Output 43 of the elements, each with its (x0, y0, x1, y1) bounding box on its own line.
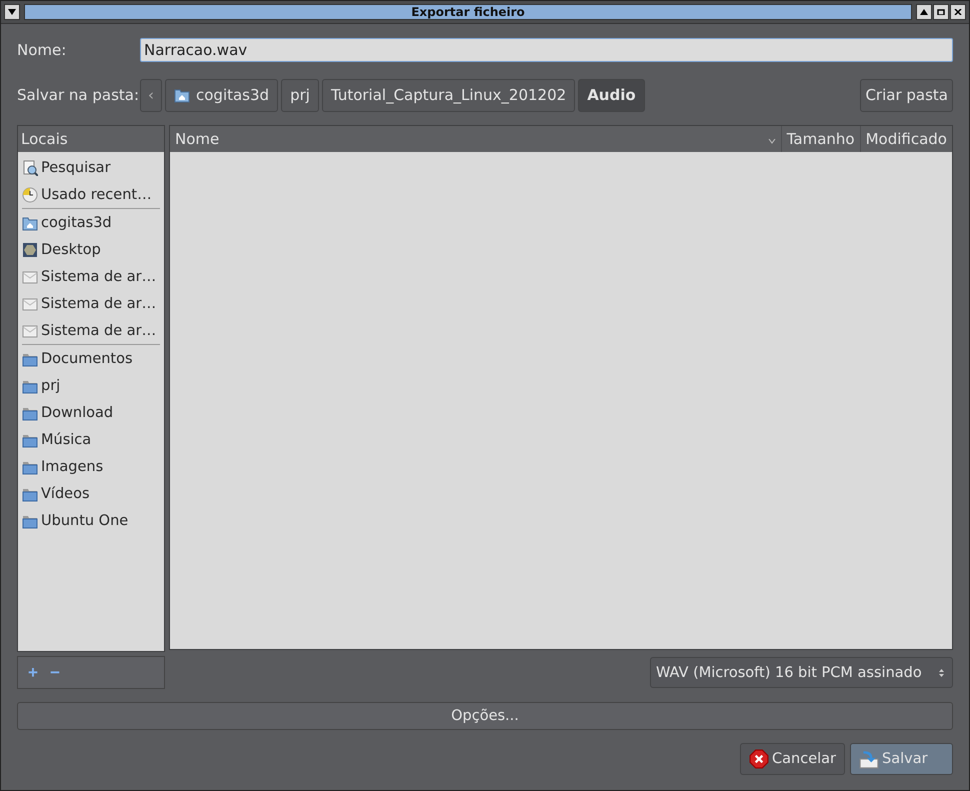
sidebar-item[interactable]: Sistema de ar… (22, 317, 160, 344)
maximize-icon[interactable] (933, 4, 949, 20)
search-icon (22, 160, 38, 176)
sidebar-item[interactable]: Imagens (22, 453, 160, 480)
window-title: Exportar ficheiro (24, 4, 912, 20)
sidebar-item[interactable]: Ubuntu One (22, 507, 160, 534)
window-menu-icon[interactable] (4, 4, 20, 20)
folder-label: Salvar na pasta: (17, 86, 140, 104)
file-type-dropdown[interactable]: WAV (Microsoft) 16 bit PCM assinado (650, 657, 953, 688)
clock-icon (22, 186, 38, 202)
sidebar-item[interactable]: Vídeos (22, 480, 160, 507)
cancel-button[interactable]: Cancelar (740, 743, 845, 775)
sidebar-item[interactable]: Desktop (22, 236, 160, 263)
save-icon (859, 749, 879, 769)
sidebar-item[interactable]: cogitas3d (22, 209, 160, 236)
name-label: Nome: (17, 41, 68, 59)
path-button[interactable]: Tutorial_Captura_Linux_201202 (322, 78, 576, 112)
sidebar-item[interactable]: Download (22, 399, 160, 426)
sidebar-item[interactable]: Pesquisar (22, 154, 160, 181)
name-field[interactable]: Narracao.wav (140, 38, 953, 62)
minimize-icon[interactable] (916, 4, 932, 20)
sort-caret-icon (768, 139, 776, 144)
options-button[interactable]: Opções... (17, 702, 953, 730)
path-button[interactable]: prj (281, 78, 319, 112)
sidebar-item[interactable]: Música (22, 426, 160, 453)
column-header[interactable]: Nome (170, 126, 781, 152)
home-folder-icon (22, 214, 38, 230)
spinner-arrows-icon (939, 668, 944, 676)
sidebar-item[interactable]: Sistema de ar… (22, 263, 160, 290)
desktop-icon (22, 242, 38, 258)
sidebar-item[interactable]: prj (22, 372, 160, 399)
create-folder-button[interactable]: Criar pasta (860, 78, 953, 112)
home-folder-icon (174, 87, 190, 103)
sidebar-item[interactable]: Usado recent… (22, 181, 160, 208)
column-header[interactable]: Modificado (860, 126, 952, 152)
close-icon[interactable] (950, 4, 966, 20)
path-button[interactable]: cogitas3d (165, 78, 278, 112)
sidebar-item[interactable]: Sistema de ar… (22, 290, 160, 317)
path-button[interactable]: Audio (578, 78, 645, 112)
sidebar-header: Locais (18, 126, 164, 152)
sidebar-item[interactable]: Documentos (22, 345, 160, 372)
column-header[interactable]: Tamanho (780, 126, 860, 152)
stop-icon (749, 749, 770, 769)
